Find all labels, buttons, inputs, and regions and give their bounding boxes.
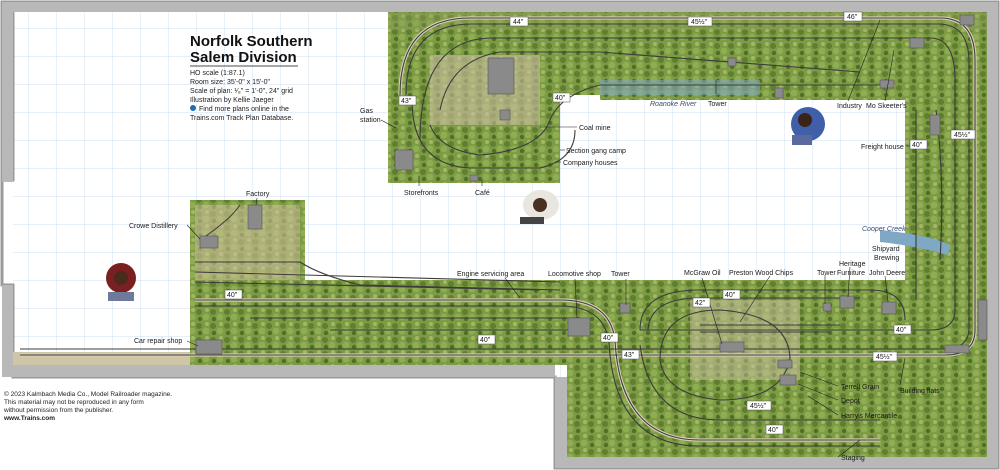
scale-text: HO scale (1:87.1) (190, 70, 245, 77)
track-plan-canvas: { "title": {"line1": "Norfolk Southern",… (0, 0, 1000, 470)
arrow-circle-icon (190, 105, 196, 111)
copyright-line-1: © 2023 Kalmbach Media Co., Model Railroa… (4, 390, 172, 398)
grade-40-center: 40" (725, 292, 736, 299)
label-shipyard-2: Brewing (874, 255, 899, 262)
more-plans-line-2[interactable]: Trains.com Track Plan Database. (190, 115, 293, 122)
copyright-line-4[interactable]: www.Trains.com (3, 415, 55, 422)
label-tower-mid: Tower (611, 271, 630, 278)
grade-40-loco: 40" (603, 335, 614, 342)
label-company-houses: Company houses (563, 160, 618, 167)
label-roanoke-river: Roanoke River (650, 101, 697, 108)
label-locomotive-shop: Locomotive shop (548, 271, 601, 278)
label-mo-skeeters: Mo Skeeter's (866, 103, 907, 110)
label-gas-station-1: Gas (360, 108, 373, 115)
label-heritage-1: Heritage (839, 261, 866, 268)
copyright-block: © 2023 Kalmbach Media Co., Model Railroa… (3, 390, 172, 422)
label-industry: Industry (837, 103, 862, 110)
room-size-text: Room size: 35'-0" x 15'-0" (190, 79, 271, 86)
label-staging: Staging (841, 455, 865, 462)
label-harrys-mercantile: Harry's Mercantile (841, 413, 897, 420)
grade-43-left: 43" (401, 98, 412, 105)
grade-40-bottom: 40" (768, 427, 779, 434)
label-depot: Depot (841, 398, 860, 405)
label-gas-station-2: station (360, 117, 381, 124)
label-mcgraw-oil: McGraw Oil (684, 270, 721, 277)
label-preston-wood-chips: Preston Wood Chips (729, 270, 794, 277)
copyright-line-2: This material may not be reproduced in a… (4, 399, 144, 406)
track-plan-svg: Norfolk Southern Salem Division HO scale… (0, 0, 1000, 470)
label-john-deere: John Deere (869, 270, 905, 277)
grade-40-right: 40" (896, 327, 907, 334)
grade-40-yard: 40" (227, 292, 238, 299)
label-factory: Factory (246, 191, 270, 198)
label-building-flats: Building flats (900, 388, 940, 395)
plan-scale-text: Scale of plan: ¹⁄₈" = 1'-0", 24" grid (190, 88, 293, 95)
illustrator-text: Illustration by Kellie Jaeger (190, 97, 274, 104)
label-terrell-grain: Terrell Grain (841, 384, 879, 391)
grade-46: 46" (847, 14, 858, 21)
grade-40-freight: 40" (912, 142, 923, 149)
grade-45-lower-right: 45½" (876, 353, 893, 361)
label-freight-house: Freight house (861, 144, 904, 151)
grade-45-right: 45½" (954, 131, 971, 139)
grade-42: 42" (695, 300, 706, 307)
label-engine-servicing: Engine servicing area (457, 271, 524, 278)
grade-40-lower: 40" (480, 337, 491, 344)
title-line-2: Salem Division (190, 49, 297, 66)
label-coal-mine: Coal mine (579, 125, 611, 132)
grade-45-top: 45½" (691, 18, 708, 26)
grade-44: 44" (513, 19, 524, 26)
grade-43-center: 43" (624, 352, 635, 359)
grade-45-bottom: 45½" (750, 402, 767, 410)
label-heritage-2: Furniture (837, 270, 865, 277)
label-section-gang-camp: Section gang camp (566, 148, 626, 155)
title-line-1: Norfolk Southern (190, 33, 313, 50)
label-shipyard-1: Shipyard (872, 246, 900, 253)
label-tower-top: Tower (708, 101, 727, 108)
label-cooper-creek: Cooper Creek (862, 226, 906, 233)
operator-left (106, 263, 136, 301)
label-cafe: Café (475, 190, 490, 197)
label-storefronts: Storefronts (404, 190, 439, 197)
label-tower-right: Tower (817, 270, 836, 277)
grade-40-hill: 40" (555, 95, 566, 102)
copyright-line-3: without permission from the publisher. (3, 407, 113, 414)
label-car-repair-shop: Car repair shop (134, 338, 182, 345)
more-plans-line-1[interactable]: Find more plans online in the (199, 106, 289, 113)
label-crowe-distillery: Crowe Distillery (129, 223, 178, 230)
